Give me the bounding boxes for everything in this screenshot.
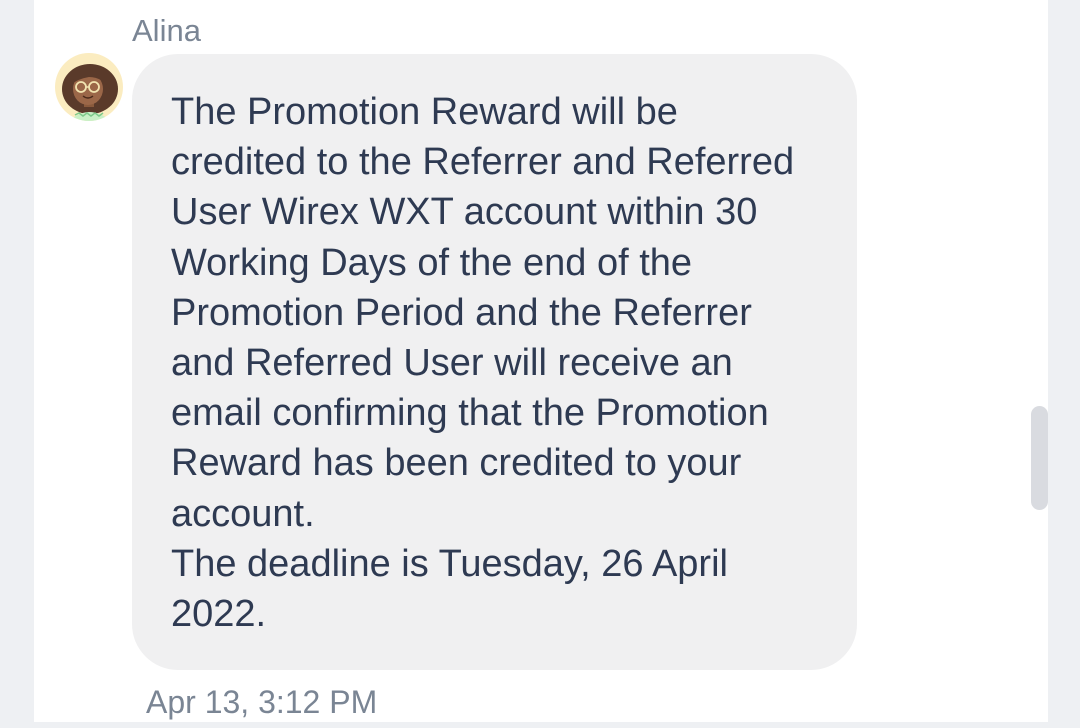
- message-line: The Promotion Reward will be: [171, 91, 678, 133]
- sender-name: Alina: [132, 13, 201, 48]
- avatar[interactable]: [55, 53, 123, 121]
- message-line: and Referred User will receive an: [171, 342, 733, 385]
- message-line: Reward has been credited to your: [171, 442, 742, 485]
- message-bubble[interactable]: The Promotion Reward will be credited to…: [132, 54, 857, 670]
- message-line: Promotion Period and the Referrer: [171, 291, 752, 334]
- message-line: Working Days of the end of the: [171, 241, 693, 284]
- message-line: credited to the Referrer and Referred: [171, 141, 795, 184]
- scrollbar-thumb[interactable]: [1031, 406, 1048, 510]
- message-line: User Wirex WXT account within 30: [171, 191, 758, 234]
- message-timestamp: Apr 13, 3:12 PM: [146, 684, 378, 720]
- message-line: The deadline is Tuesday, 26 April: [171, 542, 728, 585]
- woman-with-glasses-avatar-icon: [55, 53, 123, 121]
- message-line: account.: [171, 492, 315, 535]
- message-line: 2022.: [171, 593, 267, 636]
- message-line: email confirming that the Promotion: [171, 392, 769, 435]
